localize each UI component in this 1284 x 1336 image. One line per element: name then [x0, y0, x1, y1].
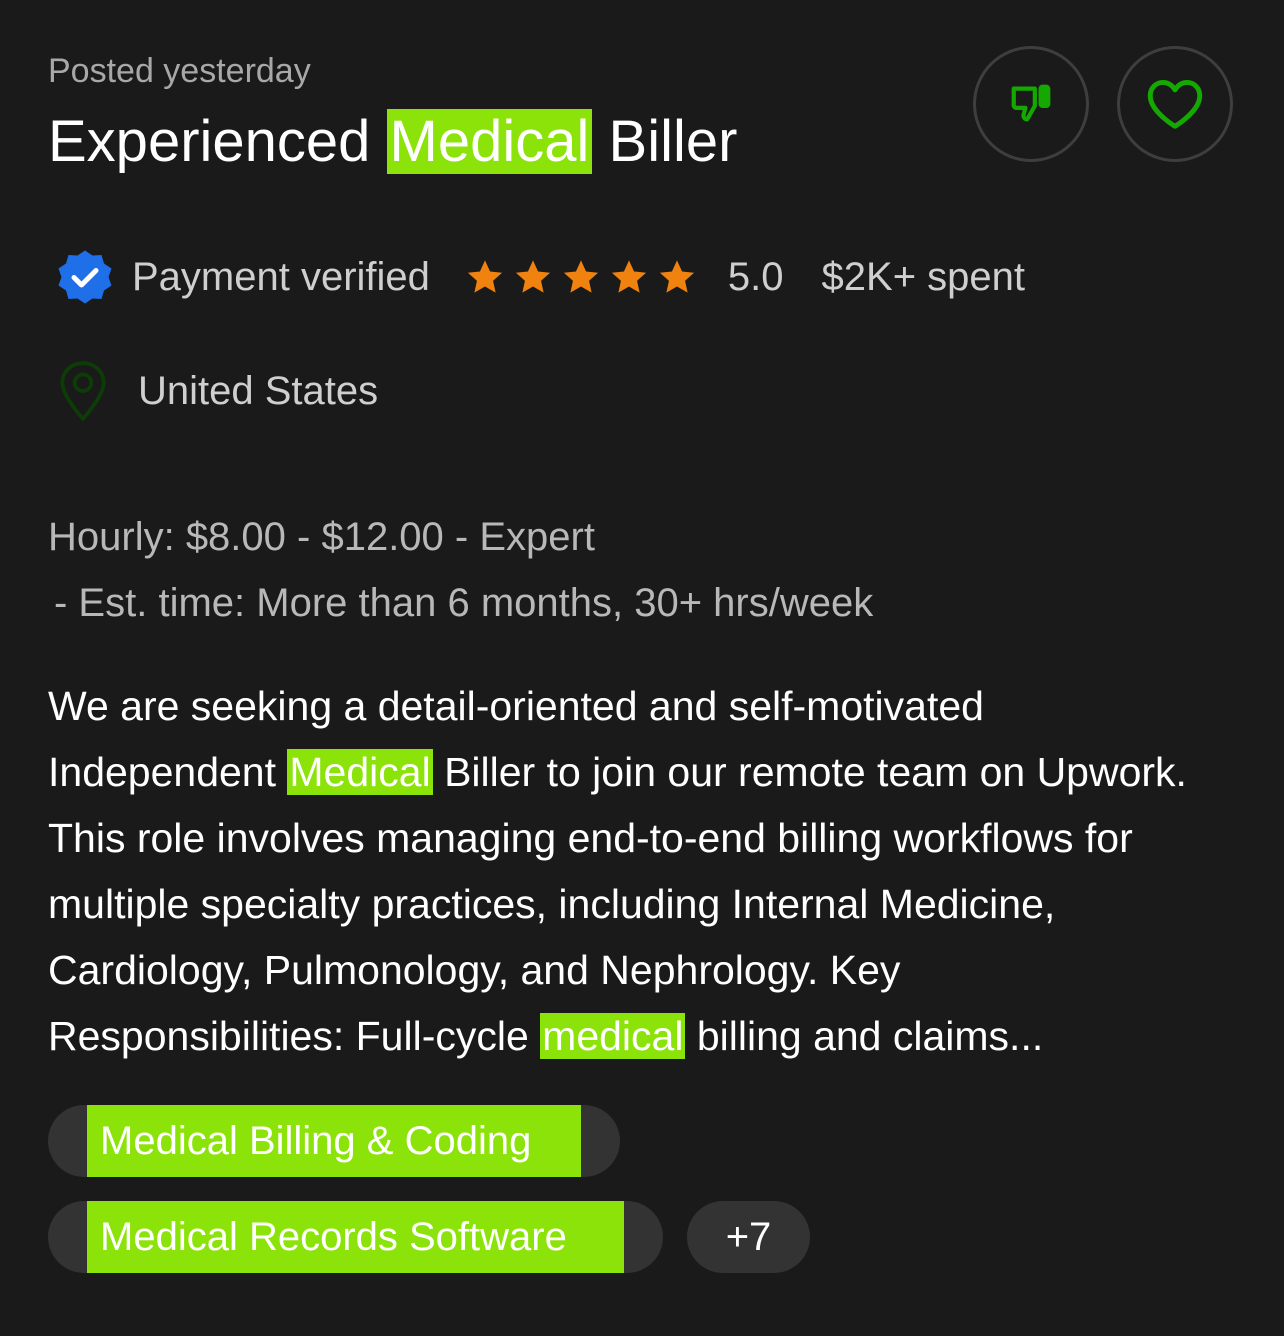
client-location-row: United States — [58, 358, 378, 424]
description-line: Independent Medical Biller to join our r… — [48, 739, 1248, 805]
dislike-button[interactable] — [973, 46, 1089, 162]
job-title-part: Experienced — [48, 109, 387, 174]
description-line: multiple specialty practices, including … — [48, 881, 1056, 927]
verified-badge-icon — [58, 250, 112, 304]
star-icon — [611, 260, 647, 293]
client-meta-row: Payment verified 5.0 $2K+ spent — [52, 244, 1025, 310]
description-line: Cardiology, Pulmonology, and Nephrology.… — [48, 947, 901, 993]
job-budget: Hourly: $8.00 - $12.00 - Expert - Est. t… — [48, 504, 873, 636]
description-highlight: medical — [540, 1013, 686, 1059]
star-icon — [659, 260, 695, 293]
rating-stars — [466, 258, 706, 296]
posted-time: Posted yesterday — [48, 52, 311, 90]
star-icon — [563, 260, 599, 293]
budget-line: - Est. time: More than 6 months, 30+ hrs… — [54, 581, 874, 625]
description-text: Independent — [48, 749, 288, 795]
heart-icon — [1147, 79, 1203, 129]
job-title-highlight: Medical — [386, 109, 593, 174]
star-icon — [467, 260, 503, 293]
client-spent: $2K+ spent — [821, 254, 1026, 299]
location-pin-icon — [60, 361, 106, 422]
job-title-part: Biller — [592, 109, 738, 174]
skill-tag-label: Medical Billing & Coding — [87, 1105, 581, 1177]
skill-tag[interactable]: Medical Records Software — [48, 1201, 663, 1273]
description-text: Biller to join our remote team on Upwork… — [432, 749, 1187, 795]
more-skills-button[interactable]: +7 — [687, 1201, 810, 1273]
description-line: Responsibilities: Full-cycle medical bil… — [48, 1003, 1248, 1069]
payment-verified-label: Payment verified — [132, 254, 430, 299]
skill-tag[interactable]: Medical Billing & Coding — [48, 1105, 620, 1177]
rating-value: 5.0 — [727, 254, 784, 299]
star-icon — [515, 260, 551, 293]
description-line: This role involves managing end-to-end b… — [48, 815, 1133, 861]
client-location: United States — [138, 368, 379, 413]
description-text: billing and claims... — [685, 1013, 1044, 1059]
job-title[interactable]: Experienced Medical Biller — [48, 108, 737, 175]
description-line: We are seeking a detail-oriented and sel… — [48, 683, 984, 729]
thumbs-down-icon — [1011, 84, 1051, 122]
budget-line: Hourly: $8.00 - $12.00 - Expert — [48, 515, 595, 559]
description-highlight: Medical — [287, 749, 433, 795]
description-text: Responsibilities: Full-cycle — [48, 1013, 541, 1059]
save-job-button[interactable] — [1117, 46, 1233, 162]
job-description[interactable]: We are seeking a detail-oriented and sel… — [48, 673, 1248, 1069]
skill-tag-label: Medical Records Software — [87, 1201, 624, 1273]
